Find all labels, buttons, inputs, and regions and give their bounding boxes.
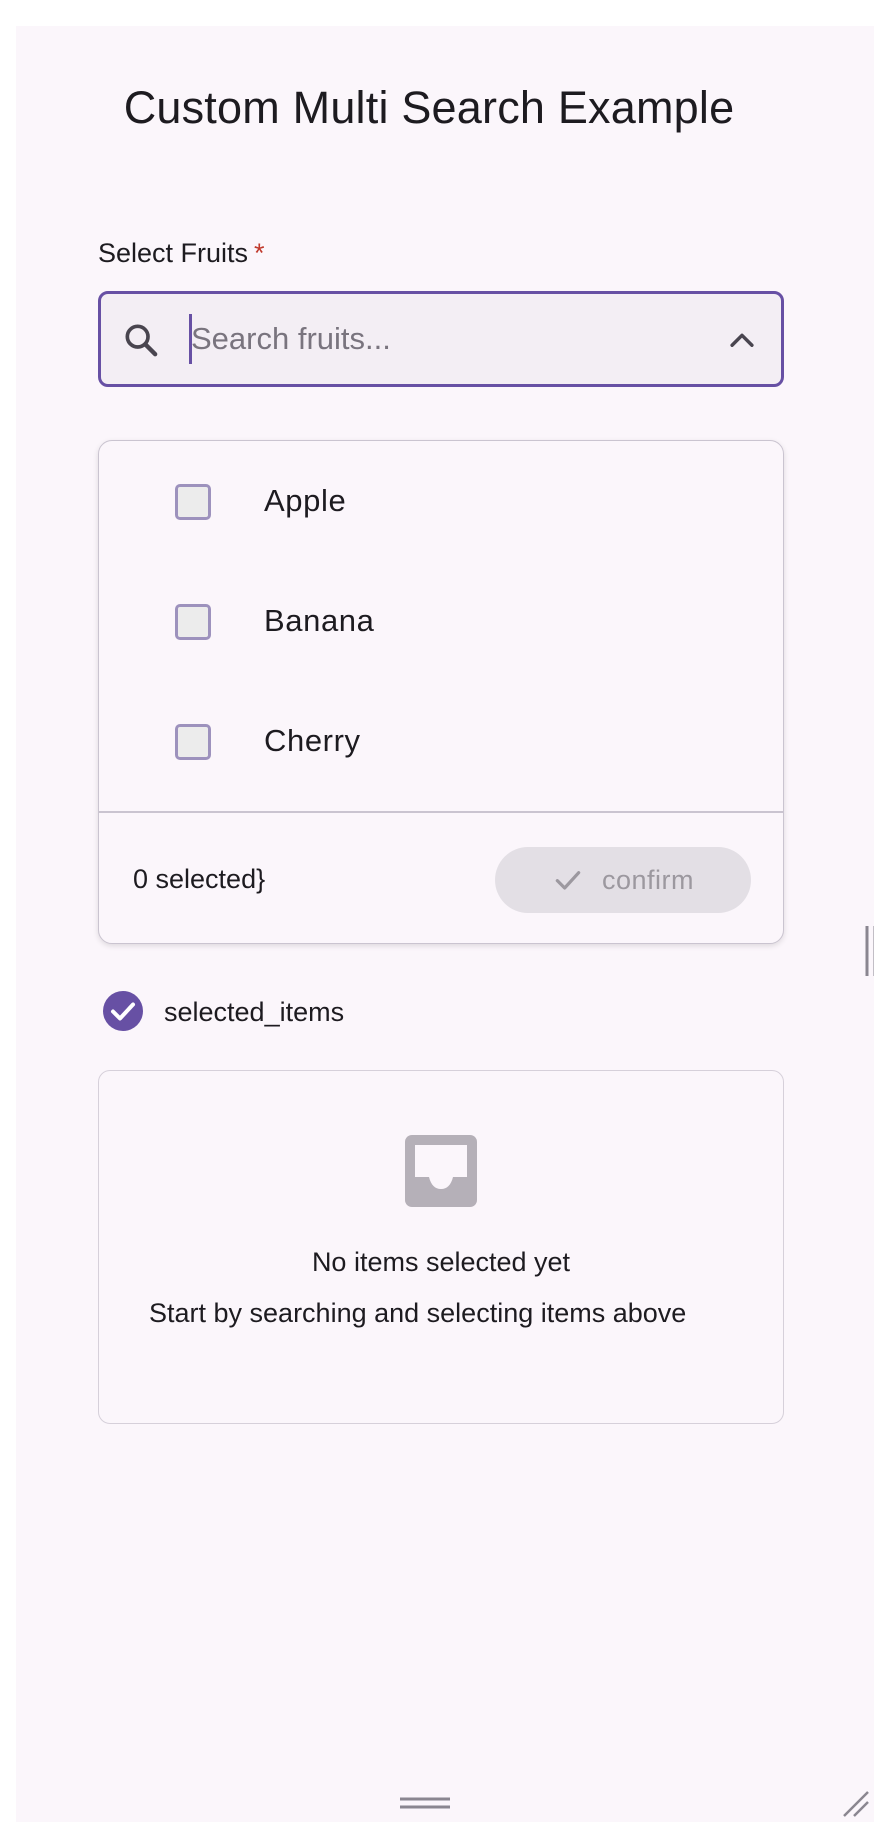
- required-marker: *: [254, 238, 265, 268]
- search-field[interactable]: [98, 291, 784, 387]
- resize-grip-icon[interactable]: [840, 1788, 870, 1818]
- check-icon: [555, 871, 581, 890]
- chevron-up-icon[interactable]: [725, 324, 759, 358]
- empty-state-card: No items selected yet Start by searching…: [98, 1070, 784, 1424]
- search-icon: [125, 324, 158, 357]
- divider: [99, 811, 783, 813]
- field-label-text: Select Fruits: [98, 238, 249, 268]
- checkbox[interactable]: [175, 484, 211, 520]
- options-dropdown: Apple Banana Cherry 0 selected} confirm: [98, 440, 784, 944]
- selected-items-label: selected_items: [164, 997, 345, 1027]
- vertical-drag-handle-icon[interactable]: [864, 924, 874, 978]
- option-banana[interactable]: Banana: [99, 561, 783, 681]
- empty-state-subtitle: Start by searching and selecting items a…: [149, 1298, 687, 1328]
- page-title: Custom Multi Search Example: [123, 82, 735, 133]
- search-input[interactable]: [187, 308, 707, 370]
- empty-state-title: No items selected yet: [311, 1247, 571, 1277]
- selected-count: 0 selected}: [133, 864, 266, 894]
- field-label: Select Fruits *: [98, 238, 265, 269]
- option-label: Apple: [264, 483, 347, 518]
- horizontal-drag-handle-icon[interactable]: [398, 1796, 452, 1810]
- confirm-label: confirm: [601, 864, 694, 895]
- option-apple[interactable]: Apple: [99, 441, 783, 561]
- checkbox[interactable]: [175, 724, 211, 760]
- check-circle-icon: [103, 991, 143, 1031]
- checkbox[interactable]: [175, 604, 211, 640]
- inbox-icon: [405, 1135, 477, 1207]
- confirm-button[interactable]: confirm: [495, 847, 751, 913]
- app-frame: Custom Multi Search Example Select Fruit…: [16, 26, 874, 1822]
- option-cherry[interactable]: Cherry: [99, 681, 783, 801]
- option-label: Cherry: [264, 723, 361, 758]
- text-caret: [189, 314, 192, 364]
- option-label: Banana: [264, 603, 375, 638]
